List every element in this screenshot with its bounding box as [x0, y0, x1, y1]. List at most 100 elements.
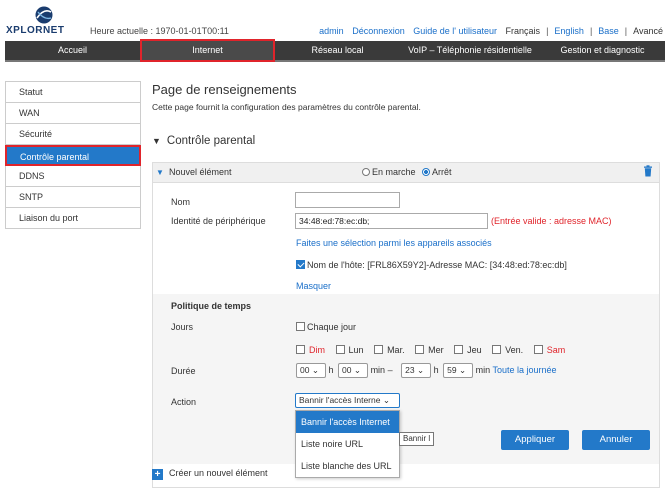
- nav-gestion-diagnostic[interactable]: Gestion et diagnostic: [540, 41, 665, 60]
- trash-icon[interactable]: [643, 165, 653, 177]
- collapse-triangle-icon: ▼: [152, 136, 161, 146]
- name-label: Nom: [171, 197, 191, 207]
- expand-triangle-icon[interactable]: ▼: [156, 168, 164, 177]
- day-lun-label: Lun: [348, 345, 364, 355]
- create-new-item[interactable]: + Créer un nouvel élément: [152, 468, 268, 480]
- base-mode-link[interactable]: Base: [598, 26, 619, 36]
- sidebar-item-sntp[interactable]: SNTP: [5, 187, 141, 208]
- nav-accueil[interactable]: Accueil: [5, 41, 140, 60]
- day-mer[interactable]: Mer: [415, 345, 448, 355]
- day-jeu-checkbox[interactable]: [454, 345, 464, 354]
- day-checkboxes: Dim Lun Mar. Mer Jeu Ven. Sam: [296, 345, 573, 355]
- every-day-row[interactable]: Chaque jour: [296, 322, 356, 332]
- name-input[interactable]: [295, 192, 400, 208]
- day-dim[interactable]: Dim: [296, 345, 329, 355]
- end-min-value: 59: [447, 365, 457, 375]
- sidebar-item-securite[interactable]: Sécurité: [5, 124, 141, 145]
- day-sam-checkbox[interactable]: [533, 345, 543, 354]
- apply-button[interactable]: Appliquer: [501, 430, 569, 450]
- radio-off[interactable]: Arrêt: [422, 167, 452, 177]
- action-select-value: Bannir l'accès Interne: [299, 395, 381, 405]
- day-lun[interactable]: Lun: [335, 345, 368, 355]
- sidebar-item-wan[interactable]: WAN: [5, 103, 141, 124]
- chevron-down-icon: ⌄: [311, 365, 319, 375]
- device-id-hint: (Entrée valide : adresse MAC): [491, 216, 612, 226]
- action-select[interactable]: Bannir l'accès Interne ⌄: [295, 393, 400, 408]
- main-nav: Accueil Internet Réseau local VoIP – Tél…: [5, 39, 665, 62]
- section-title[interactable]: ▼ Contrôle parental: [152, 135, 255, 147]
- day-sam-label: Sam: [546, 345, 566, 355]
- section-title-text: Contrôle parental: [166, 135, 256, 147]
- current-time: Heure actuelle : 1970-01-01T00:11: [90, 26, 229, 36]
- hostname-checkbox[interactable]: [296, 260, 305, 269]
- chevron-down-icon: ⌄: [416, 365, 425, 375]
- day-lun-checkbox[interactable]: [335, 345, 345, 354]
- select-devices-link[interactable]: Faites une sélection parmi les appareils…: [296, 238, 492, 248]
- day-ven-label: Ven.: [505, 345, 524, 355]
- hide-link[interactable]: Masquer: [296, 281, 331, 291]
- action-label: Action: [171, 397, 197, 407]
- action-option-url-whitelist[interactable]: Liste blanche des URL: [296, 455, 399, 477]
- end-min-select[interactable]: 59 ⌄: [443, 363, 474, 378]
- day-mar-checkbox[interactable]: [374, 345, 384, 354]
- duration-label: Durée: [171, 366, 196, 376]
- logo-text: XPLORNET: [6, 25, 65, 36]
- days-label: Jours: [171, 322, 194, 332]
- admin-link[interactable]: admin: [319, 26, 344, 36]
- start-min-select[interactable]: 00 ⌄: [338, 363, 369, 378]
- cancel-button[interactable]: Annuler: [582, 430, 650, 450]
- min-unit: min: [475, 365, 491, 375]
- hostname-checkbox-row[interactable]: Nom de l'hôte: [FRL86X59Y2]-Adresse MAC:…: [296, 260, 567, 270]
- nav-internet[interactable]: Internet: [140, 39, 275, 62]
- sidebar-item-statut[interactable]: Statut: [5, 82, 141, 103]
- panel-title: Nouvel élément: [169, 167, 232, 177]
- all-day-link[interactable]: Toute la journée: [493, 365, 557, 375]
- sidebar-item-controle-parental[interactable]: Contrôle parental: [5, 145, 141, 166]
- day-mar-label: Mar.: [387, 345, 405, 355]
- sidebar-item-ddns[interactable]: DDNS: [5, 166, 141, 187]
- chevron-down-icon: ⌄: [353, 365, 362, 375]
- page-title: Page de renseignements: [152, 82, 297, 97]
- logo-icon: [35, 6, 53, 24]
- nav-reseau-local[interactable]: Réseau local: [275, 41, 400, 60]
- hour-unit: h: [328, 365, 334, 375]
- nav-voip[interactable]: VoIP – Téléphonie résidentielle: [400, 41, 540, 60]
- day-jeu[interactable]: Jeu: [454, 345, 486, 355]
- user-guide-link[interactable]: Guide de l' utilisateur: [413, 26, 497, 36]
- hostname-label: Nom de l'hôte: [FRL86X59Y2]-Adresse MAC:…: [307, 260, 567, 270]
- day-dim-label: Dim: [309, 345, 325, 355]
- lang-french[interactable]: Français: [506, 26, 541, 36]
- sidebar-item-liaison-port[interactable]: Liaison du port: [5, 208, 141, 229]
- device-id-label: Identité de périphérique: [171, 216, 266, 226]
- action-tooltip: Bannir l: [399, 432, 435, 446]
- start-hour-select[interactable]: 00 ⌄: [296, 363, 326, 378]
- radio-off-label: Arrêt: [432, 167, 452, 177]
- duration-row: 00 ⌄ h 00 ⌄ min – 23 ⌄ h 59 ⌄ min Toute …: [296, 363, 557, 378]
- radio-off-circle[interactable]: [422, 168, 430, 176]
- day-dim-checkbox[interactable]: [296, 345, 305, 354]
- day-mer-checkbox[interactable]: [415, 345, 425, 354]
- start-hour-value: 00: [300, 365, 310, 375]
- day-mer-label: Mer: [428, 345, 444, 355]
- top-links: admin Déconnexion Guide de l' utilisateu…: [319, 26, 663, 36]
- advanced-mode-link[interactable]: Avancé: [633, 26, 663, 36]
- day-ven[interactable]: Ven.: [492, 345, 527, 355]
- day-mar[interactable]: Mar.: [374, 345, 409, 355]
- action-option-url-blacklist[interactable]: Liste noire URL: [296, 433, 399, 455]
- radio-on[interactable]: En marche: [362, 167, 416, 177]
- action-option-ban-internet[interactable]: Bannir l'accès Internet: [296, 411, 399, 433]
- every-day-checkbox[interactable]: [296, 322, 305, 331]
- time-policy-title: Politique de temps: [171, 301, 252, 311]
- logout-link[interactable]: Déconnexion: [352, 26, 405, 36]
- end-hour-select[interactable]: 23 ⌄: [401, 363, 432, 378]
- action-dropdown: Bannir l'accès Internet Liste noire URL …: [295, 410, 400, 478]
- day-sam[interactable]: Sam: [533, 345, 570, 355]
- xplornet-logo: XPLORNET: [6, 6, 81, 36]
- lang-english[interactable]: English: [554, 26, 584, 36]
- sidebar: Statut WAN Sécurité Contrôle parental DD…: [5, 81, 141, 229]
- day-ven-checkbox[interactable]: [492, 345, 502, 354]
- radio-on-circle[interactable]: [362, 168, 370, 176]
- every-day-label: Chaque jour: [307, 322, 357, 332]
- device-id-input[interactable]: 34:48:ed:78:ec:db;: [295, 213, 488, 229]
- plus-icon: +: [152, 469, 163, 480]
